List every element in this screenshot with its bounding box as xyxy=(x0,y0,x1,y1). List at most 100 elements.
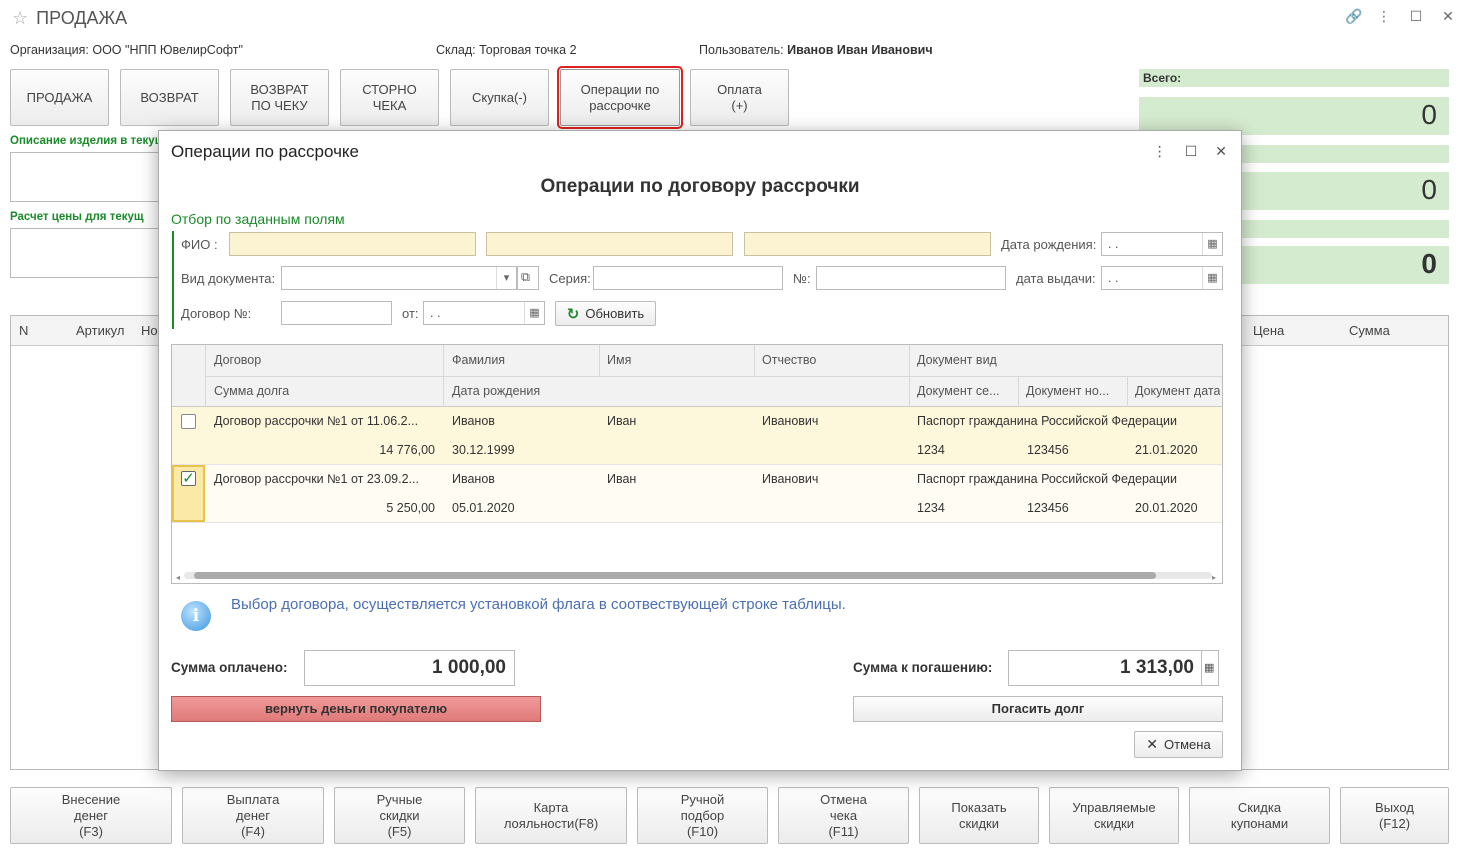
col-doc-series[interactable]: Документ се... xyxy=(917,384,1013,398)
installment-operations-button[interactable]: Операции по рассрочке xyxy=(557,66,683,129)
contract-date-input[interactable]: . . ▦ xyxy=(423,301,545,325)
manual-selection-button[interactable]: Ручной подбор (F10) xyxy=(637,787,768,844)
cash-out-button[interactable]: Выплата денег (F4) xyxy=(182,787,324,844)
contract-number-label: Договор №: xyxy=(181,306,252,321)
return-by-receipt-button[interactable]: ВОЗВРАТ ПО ЧЕКУ xyxy=(230,69,329,126)
header-divider xyxy=(1018,376,1019,407)
scroll-right-icon[interactable]: ▸ xyxy=(1212,573,1216,582)
calendar-icon[interactable]: ▦ xyxy=(1202,233,1222,255)
repay-sum-field[interactable]: 1 313,00 xyxy=(1008,650,1203,686)
paid-sum-field[interactable]: 1 000,00 xyxy=(304,650,515,686)
table-row[interactable]: ✓ Договор рассрочки №1 от 23.09.2... Ива… xyxy=(172,465,1222,523)
managed-discounts-button[interactable]: Управляемые скидки xyxy=(1049,787,1179,844)
price-calc-field[interactable] xyxy=(10,228,160,278)
issue-date-input[interactable]: . . ▦ xyxy=(1101,266,1223,290)
coupon-discount-button[interactable]: Скидка купонами xyxy=(1189,787,1330,844)
favorite-star-icon[interactable]: ☆ xyxy=(12,8,28,29)
first-name-cell: Иван xyxy=(607,414,637,428)
show-discounts-button[interactable]: Показать скидки xyxy=(919,787,1039,844)
col-sum[interactable]: Сумма xyxy=(1349,323,1390,338)
col-article[interactable]: Артикул xyxy=(76,323,124,338)
contracts-table[interactable]: Договор Фамилия Имя Отчество Документ ви… xyxy=(171,344,1223,584)
calendar-icon[interactable]: ▦ xyxy=(1202,267,1222,289)
exit-button[interactable]: Выход (F12) xyxy=(1340,787,1449,844)
maximize-icon[interactable]: ☐ xyxy=(1185,143,1198,160)
window-title: ПРОДАЖА xyxy=(36,8,128,28)
col-first-name[interactable]: Имя xyxy=(607,353,631,367)
first-name-cell: Иван xyxy=(607,472,637,486)
col-middle-name[interactable]: Отчество xyxy=(762,353,816,367)
refresh-button[interactable]: ↻ Обновить xyxy=(555,301,656,326)
doc-number-cell: 123456 xyxy=(1027,501,1069,515)
contracts-table-header: Договор Фамилия Имя Отчество Документ ви… xyxy=(172,345,1222,407)
filter-group-bar xyxy=(172,231,174,329)
dropdown-arrow-icon[interactable]: ▾ xyxy=(496,267,516,289)
first-name-input[interactable] xyxy=(486,232,733,256)
calculator-icon[interactable]: ▦ xyxy=(1201,650,1219,686)
col-doc-date[interactable]: Документ дата xyxy=(1135,384,1220,398)
manual-discounts-button[interactable]: Ручные скидки (F5) xyxy=(334,787,465,844)
cash-in-button[interactable]: Внесение денег (F3) xyxy=(10,787,172,844)
doc-date-cell: 21.01.2020 xyxy=(1135,443,1198,457)
link-icon[interactable]: 🔗 xyxy=(1345,8,1362,25)
buyback-button[interactable]: Скупка(-) xyxy=(450,69,549,126)
close-icon[interactable]: ✕ xyxy=(1215,143,1227,160)
last-name-input[interactable] xyxy=(229,232,476,256)
debt-cell: 14 776,00 xyxy=(379,443,435,457)
return-button[interactable]: ВОЗВРАТ xyxy=(120,69,219,126)
open-icon[interactable]: ⧉ xyxy=(517,266,539,290)
doc-number-cell: 123456 xyxy=(1027,443,1069,457)
cancel-receipt-button[interactable]: Отмена чека (F11) xyxy=(778,787,909,844)
user-info: Пользователь: Иванов Иван Иванович xyxy=(699,43,933,57)
cancel-button[interactable]: ✕ Отмена xyxy=(1134,731,1223,758)
more-icon[interactable]: ⋮ xyxy=(1153,143,1167,160)
col-doc-number[interactable]: Документ но... xyxy=(1026,384,1122,398)
col-contract[interactable]: Договор xyxy=(214,353,261,367)
horizontal-scrollbar-thumb[interactable] xyxy=(194,572,1156,579)
birth-date-label: Дата рождения: xyxy=(1001,237,1097,252)
dialog-controls: ⋮ ☐ ✕ xyxy=(1153,143,1227,160)
from-date-label: от: xyxy=(402,306,419,321)
col-birth-date[interactable]: Дата рождения xyxy=(452,384,540,398)
maximize-icon[interactable]: ☐ xyxy=(1409,8,1423,25)
cancel-x-icon: ✕ xyxy=(1146,736,1159,752)
doc-date-cell: 20.01.2020 xyxy=(1135,501,1198,515)
col-doc-type[interactable]: Документ вид xyxy=(917,353,997,367)
col-debt-sum[interactable]: Сумма долга xyxy=(214,384,289,398)
refresh-label: Обновить xyxy=(585,306,645,321)
cancel-label: Отмена xyxy=(1164,737,1211,752)
birth-date-input[interactable]: . . ▦ xyxy=(1101,232,1223,256)
series-input[interactable] xyxy=(593,266,783,290)
payment-button[interactable]: Оплата (+) xyxy=(690,69,789,126)
scroll-left-icon[interactable]: ◂ xyxy=(176,573,180,582)
middle-name-input[interactable] xyxy=(744,232,991,256)
close-icon[interactable]: ✕ xyxy=(1441,8,1455,25)
more-icon[interactable]: ⋮ xyxy=(1377,8,1391,25)
table-row[interactable]: Договор рассрочки №1 от 11.06.2... Ивано… xyxy=(172,407,1222,465)
doc-type-cell: Паспорт гражданина Российской Федерации xyxy=(917,472,1177,486)
loyalty-card-button[interactable]: Карта лояльности(F8) xyxy=(475,787,627,844)
sale-button[interactable]: ПРОДАЖА xyxy=(10,69,109,126)
row-checkbox-checked[interactable]: ✓ xyxy=(181,471,196,486)
col-price[interactable]: Цена xyxy=(1253,323,1284,338)
row-checkbox[interactable] xyxy=(181,414,196,429)
org-label: Организация: xyxy=(10,43,89,57)
info-icon: i xyxy=(181,601,211,631)
repay-sum-label: Сумма к погашению: xyxy=(853,660,993,675)
doc-number-input[interactable] xyxy=(816,266,1006,290)
col-last-name[interactable]: Фамилия xyxy=(452,353,505,367)
calendar-icon[interactable]: ▦ xyxy=(524,302,544,324)
installment-operations-dialog: Операции по рассрочке ⋮ ☐ ✕ Операции по … xyxy=(158,130,1242,771)
item-description-field[interactable] xyxy=(10,152,160,202)
pay-debt-button[interactable]: Погасить долг xyxy=(853,696,1223,722)
col-name[interactable]: Но xyxy=(141,323,158,338)
window-title-bar: ☆ ПРОДАЖА xyxy=(12,8,127,29)
doc-type-select[interactable]: ▾ xyxy=(281,266,517,290)
col-n[interactable]: N xyxy=(19,323,28,338)
header-divider xyxy=(599,345,600,376)
item-description-label: Описание изделия в текущ xyxy=(10,135,165,147)
refund-customer-button[interactable]: вернуть деньги покупателю xyxy=(171,696,541,722)
storno-receipt-button[interactable]: СТОРНО ЧЕКА xyxy=(340,69,439,126)
info-message: Выбор договора, осуществляется установко… xyxy=(231,596,846,613)
contract-number-input[interactable] xyxy=(281,301,392,325)
